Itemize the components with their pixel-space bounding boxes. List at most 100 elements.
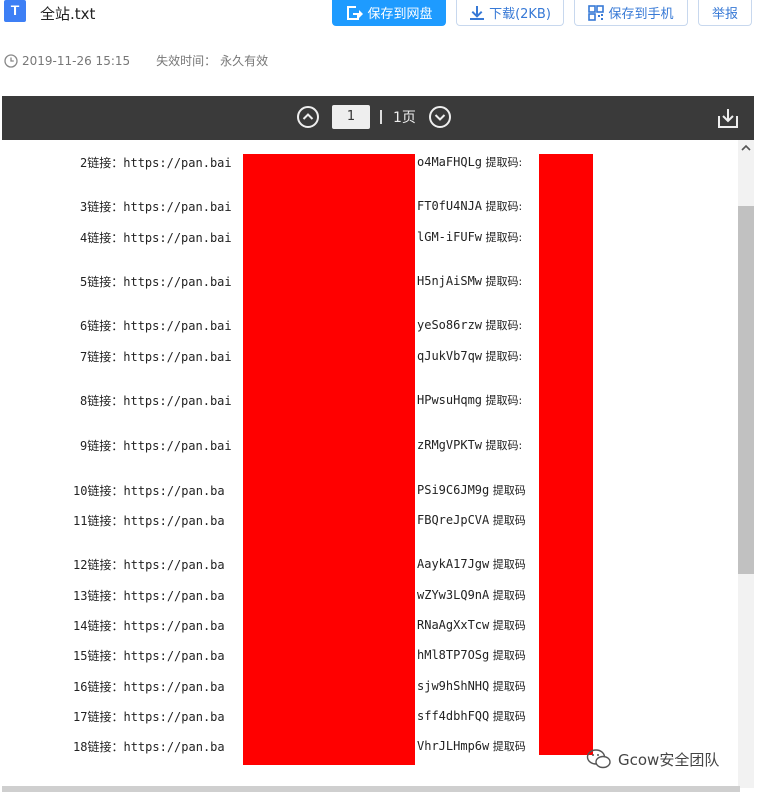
extraction-code-line: FT0fU4NJA 提取码:: [417, 198, 522, 214]
link-label: 链接：: [87, 156, 124, 170]
extraction-code-line: yeSo86rzw 提取码:: [417, 317, 522, 333]
link-url: https://pan.ba: [123, 619, 225, 633]
link-url: https://pan.bai: [123, 231, 232, 245]
link-url: https://pan.bai: [123, 439, 232, 453]
link-url: https://pan.bai: [123, 319, 232, 333]
link-url: https://pan.bai: [123, 156, 232, 170]
save-to-netdisk-button[interactable]: 保存到网盘: [332, 0, 446, 26]
url-suffix: FT0fU4NJA: [417, 199, 483, 213]
code-label: 提取码: [489, 680, 526, 693]
url-suffix: o4MaFHQLg: [417, 155, 483, 169]
link-label: 链接：: [87, 710, 124, 724]
text-line: 2链接：https://pan.bai: [80, 154, 232, 171]
text-line: 5链接：https://pan.bai: [80, 273, 232, 290]
file-name: 全站.txt: [40, 5, 96, 23]
line-number: 15: [73, 649, 88, 663]
code-label: 提取码:: [482, 439, 523, 452]
extraction-code-line: o4MaFHQLg 提取码:: [417, 154, 522, 170]
link-label: 链接：: [87, 514, 124, 528]
save-icon: [347, 5, 364, 20]
link-label: 链接：: [87, 680, 124, 694]
link-label: 链接：: [87, 558, 124, 572]
upload-date: 2019-11-26 15:15: [22, 53, 131, 68]
text-line: 3链接：https://pan.bai: [80, 198, 232, 215]
code-label: 提取码:: [482, 275, 523, 288]
url-suffix: hMl8TP7OSg: [417, 648, 490, 662]
extraction-code-line: hMl8TP7OSg 提取码: [417, 647, 526, 663]
url-suffix: AaykA17Jgw: [417, 557, 490, 571]
code-label: 提取码: [489, 484, 526, 497]
extraction-code-line: VhrJLHmp6w 提取码: [417, 738, 526, 754]
text-line: 16链接：https://pan.ba: [73, 678, 225, 695]
url-suffix: yeSo86rzw: [417, 318, 483, 332]
horizontal-scrollbar[interactable]: [2, 786, 740, 792]
text-line: 4链接：https://pan.bai: [80, 229, 232, 246]
expiry-label: 失效时间：: [156, 54, 217, 68]
extraction-code-line: RNaAgXxTcw 提取码: [417, 617, 526, 633]
link-url: https://pan.bai: [123, 200, 232, 214]
link-label: 链接：: [87, 394, 124, 408]
text-line: 7链接：https://pan.bai: [80, 348, 232, 365]
text-line: 10链接：https://pan.ba: [73, 482, 225, 499]
text-line: 14链接：https://pan.ba: [73, 617, 225, 634]
expiry-value: 永久有效: [220, 54, 269, 68]
watermark: Gcow安全团队: [586, 748, 719, 770]
link-url: https://pan.ba: [123, 589, 225, 603]
code-label: 提取码: [489, 514, 526, 527]
report-button[interactable]: 举报: [698, 0, 752, 26]
qr-code-icon: [588, 4, 605, 21]
save-to-netdisk-label: 保存到网盘: [367, 7, 433, 22]
download-tray-icon[interactable]: [716, 106, 740, 130]
url-suffix: zRMgVPKTw: [417, 438, 483, 452]
page-number-input[interactable]: 1: [332, 105, 370, 129]
save-to-phone-button[interactable]: 保存到手机: [574, 0, 688, 26]
file-meta: 2019-11-26 15:15 失效时间： 永久有效: [4, 52, 268, 69]
extraction-code-line: sff4dbhFQQ 提取码: [417, 708, 526, 724]
link-label: 链接：: [87, 619, 124, 633]
link-url: https://pan.ba: [123, 740, 225, 754]
link-label: 链接：: [87, 319, 124, 333]
link-label: 链接：: [87, 200, 124, 214]
code-label: 提取码:: [482, 319, 523, 332]
extraction-code-line: sjw9hShNHQ 提取码: [417, 678, 526, 694]
line-number: 13: [73, 589, 88, 603]
link-label: 链接：: [87, 484, 124, 498]
url-suffix: sff4dbhFQQ: [417, 709, 490, 723]
download-icon: [470, 5, 485, 20]
line-number: 17: [73, 710, 88, 724]
prev-page-icon[interactable]: [296, 105, 320, 129]
code-label: 提取码:: [482, 200, 523, 213]
extraction-code-line: zRMgVPKTw 提取码:: [417, 437, 522, 453]
line-number: 11: [73, 514, 88, 528]
text-line: 9链接：https://pan.bai: [80, 437, 232, 454]
link-label: 链接：: [87, 231, 124, 245]
extraction-code-line: AaykA17Jgw 提取码: [417, 556, 526, 572]
document-content: 2链接：https://pan.bai o4MaFHQLg 提取码: 3链接：htt…: [2, 140, 754, 788]
link-url: https://pan.ba: [123, 514, 225, 528]
extraction-code-line: H5njAiSMw 提取码:: [417, 273, 522, 289]
line-number: 18: [73, 740, 88, 754]
url-suffix: lGM-iFUFw: [417, 230, 483, 244]
url-suffix: H5njAiSMw: [417, 274, 483, 288]
link-url: https://pan.bai: [123, 394, 232, 408]
download-label: 下载(2KB): [489, 7, 551, 22]
link-label: 链接：: [87, 589, 124, 603]
scrollbar-thumb[interactable]: [738, 206, 754, 574]
next-page-icon[interactable]: [428, 105, 452, 129]
link-url: https://pan.ba: [123, 484, 225, 498]
text-line: 13链接：https://pan.ba: [73, 587, 225, 604]
line-number: 14: [73, 619, 88, 633]
code-label: 提取码: [489, 589, 526, 602]
extraction-code-line: qJukVb7qw 提取码:: [417, 348, 522, 364]
code-label: 提取码:: [482, 231, 523, 244]
report-label: 举报: [711, 7, 738, 22]
text-line: 15链接：https://pan.ba: [73, 647, 225, 664]
code-label: 提取码: [489, 710, 526, 723]
link-label: 链接：: [87, 439, 124, 453]
download-button[interactable]: 下载(2KB): [456, 0, 564, 26]
scroll-up-arrow-icon[interactable]: [738, 140, 754, 156]
url-suffix: FBQreJpCVA: [417, 513, 490, 527]
extraction-code-line: HPwsuHqmg 提取码:: [417, 392, 522, 408]
code-label: 提取码: [489, 619, 526, 632]
text-line: 18链接：https://pan.ba: [73, 738, 225, 755]
